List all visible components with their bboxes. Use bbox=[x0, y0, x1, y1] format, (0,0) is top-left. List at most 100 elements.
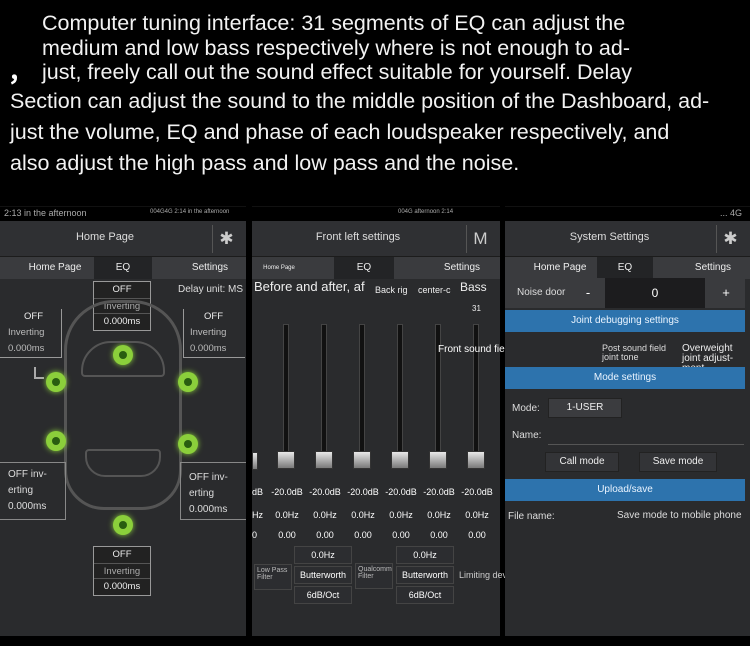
caption-line-3: just, freely call out the sound effect s… bbox=[42, 60, 632, 84]
tab-eq[interactable]: EQ bbox=[597, 257, 653, 279]
tab-settings[interactable]: Settings bbox=[432, 257, 492, 279]
save-to-phone-button[interactable]: Save mode to mobile phone bbox=[617, 511, 745, 521]
tab-eq[interactable]: EQ bbox=[94, 257, 152, 279]
eq-slider[interactable] bbox=[391, 324, 409, 469]
slider-knob[interactable] bbox=[391, 451, 409, 469]
status-icons: ... 4G bbox=[719, 208, 742, 218]
low-pass-freq[interactable]: 0.0Hz bbox=[294, 546, 352, 564]
low-pass-slope[interactable]: 6dB/Oct bbox=[294, 586, 352, 604]
mode-label[interactable]: erting bbox=[8, 483, 65, 499]
delay-value[interactable]: 0.000ms bbox=[184, 341, 245, 357]
car-windshield bbox=[81, 341, 165, 377]
mid-right-speaker-box[interactable]: OFF inv- erting 0.000ms bbox=[180, 462, 246, 520]
page-title: Home Page bbox=[75, 231, 135, 243]
mode-settings-bar[interactable]: Mode settings bbox=[505, 367, 745, 389]
q-cell[interactable]: 0.00 bbox=[420, 530, 458, 540]
call-mode-button[interactable]: Call mode bbox=[545, 452, 619, 472]
tab-settings[interactable]: Settings bbox=[683, 257, 743, 279]
slider-knob[interactable] bbox=[353, 451, 371, 469]
tab-home-page[interactable]: Home Page bbox=[254, 257, 304, 279]
upload-save-bar[interactable]: Upload/save bbox=[505, 479, 745, 501]
gain-cell[interactable]: -20.0dB bbox=[344, 487, 382, 497]
rear-left-speaker-icon[interactable] bbox=[46, 431, 66, 451]
gain-cell[interactable]: -20.0dB bbox=[458, 487, 496, 497]
q-cell[interactable]: 0.00 bbox=[268, 530, 306, 540]
gain-cell[interactable]: -20.0dB bbox=[420, 487, 458, 497]
slider-knob[interactable] bbox=[315, 451, 333, 469]
low-pass-filter-label: Low Pass Filter bbox=[254, 564, 292, 590]
mid-left-speaker-box[interactable]: OFF inv- erting 0.000ms bbox=[0, 462, 66, 520]
mode-label[interactable]: Inverting bbox=[0, 325, 61, 341]
gain-cell[interactable]: -20.0dB bbox=[268, 487, 306, 497]
state-label[interactable]: OFF inv- bbox=[8, 467, 65, 483]
freq-cell[interactable]: 0.0Hz bbox=[382, 510, 420, 520]
q-cell[interactable]: 0 bbox=[252, 530, 266, 540]
delay-value[interactable]: 0.000ms bbox=[189, 502, 246, 518]
mode-label: Mode: bbox=[512, 403, 540, 414]
delay-value[interactable]: 0.000ms bbox=[94, 579, 150, 595]
post-sound-field-button[interactable]: Post sound field joint tone bbox=[602, 344, 682, 362]
freq-cell[interactable]: 0.0Hz bbox=[420, 510, 458, 520]
state-label[interactable]: OFF inv- bbox=[189, 470, 246, 486]
mode-label[interactable]: Inverting bbox=[184, 325, 245, 341]
eq-slider[interactable] bbox=[353, 324, 371, 469]
m-icon[interactable]: M bbox=[466, 225, 494, 253]
freq-cell[interactable]: 0.0Hz bbox=[268, 510, 306, 520]
bluetooth-icon[interactable]: ✱ bbox=[212, 225, 240, 253]
high-pass-slope[interactable]: 6dB/Oct bbox=[396, 586, 454, 604]
noise-value[interactable]: 0 bbox=[605, 278, 705, 308]
car-outline bbox=[64, 300, 182, 510]
front-left-speaker-icon[interactable] bbox=[46, 372, 66, 392]
name-input[interactable] bbox=[548, 444, 744, 445]
mode-label[interactable]: Inverting bbox=[94, 563, 150, 579]
low-pass-type[interactable]: Butterworth bbox=[294, 566, 352, 584]
high-pass-freq[interactable]: 0.0Hz bbox=[396, 546, 454, 564]
bass-label[interactable]: Bass bbox=[460, 280, 487, 294]
mode-select[interactable]: 1-USER bbox=[548, 398, 622, 418]
gain-cell[interactable]: -20.0dB bbox=[382, 487, 420, 497]
high-pass-type[interactable]: Butterworth bbox=[396, 566, 454, 584]
top-right-speaker-box[interactable]: OFF Inverting 0.000ms bbox=[183, 309, 245, 358]
state-label[interactable]: OFF bbox=[184, 309, 245, 325]
joint-debugging-bar[interactable]: Joint debugging settings bbox=[505, 310, 745, 332]
eq-slider[interactable] bbox=[277, 324, 295, 469]
slider-knob[interactable] bbox=[277, 451, 295, 469]
slider-knob-partial[interactable] bbox=[252, 452, 258, 470]
top-left-speaker-box[interactable]: OFF Inverting 0.000ms bbox=[0, 309, 62, 358]
freq-cell[interactable]: 0.0Hz bbox=[306, 510, 344, 520]
save-mode-button[interactable]: Save mode bbox=[639, 452, 717, 472]
state-label[interactable]: OFF bbox=[94, 547, 150, 563]
gain-cell[interactable]: dB bbox=[252, 487, 266, 497]
q-cell[interactable]: 0.00 bbox=[382, 530, 420, 540]
q-cell[interactable]: 0.00 bbox=[306, 530, 344, 540]
back-right-label[interactable]: Back rig bbox=[375, 285, 408, 295]
q-cell[interactable]: 0.00 bbox=[344, 530, 382, 540]
state-label[interactable]: OFF bbox=[94, 282, 150, 298]
front-right-speaker-icon[interactable] bbox=[178, 372, 198, 392]
rear-center-speaker-icon[interactable] bbox=[113, 515, 133, 535]
state-label[interactable]: OFF bbox=[0, 309, 61, 325]
freq-cell[interactable]: Hz bbox=[252, 510, 266, 520]
tab-settings[interactable]: Settings bbox=[180, 257, 240, 279]
gain-cell[interactable]: -20.0dB bbox=[306, 487, 344, 497]
eq-slider[interactable] bbox=[315, 324, 333, 469]
mode-label[interactable]: erting bbox=[189, 486, 246, 502]
noise-minus-button[interactable]: - bbox=[573, 278, 603, 308]
tab-eq[interactable]: EQ bbox=[334, 257, 394, 279]
bottom-speaker-box[interactable]: OFF Inverting 0.000ms bbox=[93, 546, 151, 596]
tab-home-page[interactable]: Home Page bbox=[20, 257, 90, 279]
freq-cell[interactable]: 0.0Hz bbox=[458, 510, 496, 520]
q-cell[interactable]: 0.00 bbox=[458, 530, 496, 540]
center-label[interactable]: center-c bbox=[418, 285, 451, 295]
status-bar: ... 4G bbox=[505, 207, 750, 221]
slider-knob[interactable] bbox=[429, 451, 447, 469]
rear-right-speaker-icon[interactable] bbox=[178, 434, 198, 454]
tab-home-page[interactable]: Home Page bbox=[525, 257, 595, 279]
delay-value[interactable]: 0.000ms bbox=[0, 341, 61, 357]
delay-value[interactable]: 0.000ms bbox=[8, 499, 65, 515]
slider-knob[interactable] bbox=[467, 451, 485, 469]
freq-cell[interactable]: 0.0Hz bbox=[344, 510, 382, 520]
noise-plus-button[interactable]: + bbox=[711, 278, 741, 308]
bluetooth-icon[interactable]: ✱ bbox=[716, 225, 744, 253]
noise-door-label: Noise door bbox=[517, 287, 566, 298]
